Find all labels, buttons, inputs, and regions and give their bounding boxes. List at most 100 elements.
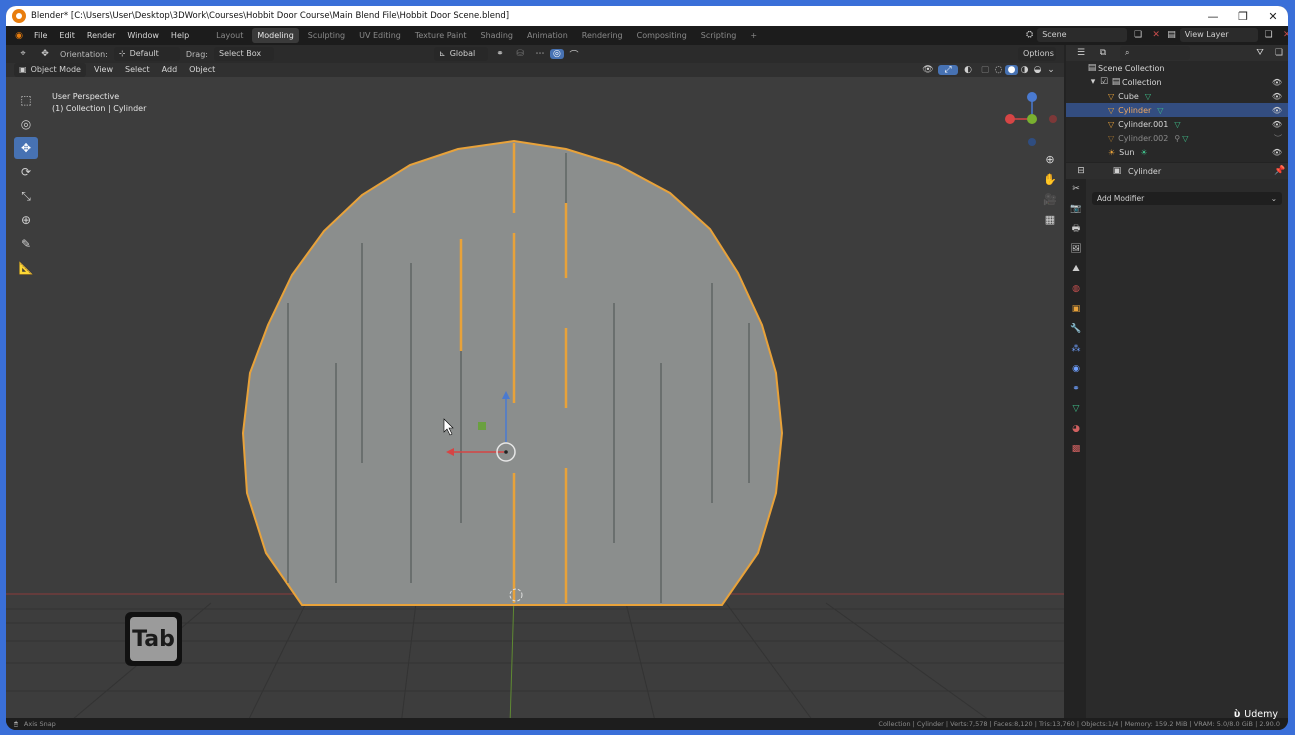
tab-layout[interactable]: Layout [211, 28, 248, 43]
collapse-icon[interactable]: ▾ [1088, 77, 1098, 87]
tab-texture-paint[interactable]: Texture Paint [410, 28, 472, 43]
menu-view[interactable]: View [88, 63, 119, 77]
outliner-item-cylinder[interactable]: ▽ Cylinder ▽ 👁 [1066, 103, 1288, 117]
output-tab-icon[interactable]: 🖶 [1066, 219, 1086, 239]
particles-tab-icon[interactable]: ⁂ [1066, 339, 1086, 359]
outliner-item-cube[interactable]: ▽ Cube ▽ 👁 [1066, 89, 1288, 103]
collection-eye-icon[interactable]: 👁 [1272, 78, 1282, 87]
menu-object[interactable]: Object [183, 63, 221, 77]
snap-icon[interactable]: ⛁ [510, 49, 530, 59]
visibility-eye-icon[interactable]: 👁 [1272, 120, 1282, 129]
tab-rendering[interactable]: Rendering [577, 28, 628, 43]
zoom-icon[interactable]: ⊕ [1042, 149, 1058, 169]
visibility-filter-icon[interactable]: 👁 [918, 65, 938, 75]
move-tool-icon[interactable]: ✥ [14, 137, 38, 159]
new-scene-icon[interactable]: ❏ [1131, 30, 1145, 40]
solid-shading-icon[interactable]: ● [1005, 65, 1018, 75]
tab-shading[interactable]: Shading [475, 28, 518, 43]
outliner-editor-icon[interactable]: ☰ [1070, 48, 1092, 58]
close-button[interactable]: ✕ [1258, 6, 1288, 26]
pan-hand-icon[interactable]: ✋ [1042, 169, 1058, 189]
measure-tool-icon[interactable]: 📐 [14, 257, 38, 279]
gizmo-xz-plane[interactable] [478, 422, 486, 430]
transform-tool-icon[interactable]: ✥ [34, 49, 56, 59]
physics-tab-icon[interactable]: ◉ [1066, 359, 1086, 379]
display-mode-icon[interactable]: ⧉ [1092, 48, 1114, 58]
3d-viewport[interactable]: ⬚ ◎ ✥ ⟳ ⤡ ⊕ ✎ 📐 User Perspective (1) Col… [6, 63, 1064, 725]
maximize-button[interactable]: ❐ [1228, 6, 1258, 26]
proportional-edit-icon[interactable]: ◎ [549, 49, 564, 59]
rotate-tool-icon[interactable]: ⟳ [14, 161, 38, 183]
render-tab-icon[interactable]: 📷 [1066, 199, 1086, 219]
filter-icon[interactable]: ⛛ [1250, 48, 1270, 58]
transform-tool-icon[interactable]: ⊕ [14, 209, 38, 231]
view-layer-tab-icon[interactable]: 🖼 [1066, 239, 1086, 259]
scale-tool-icon[interactable]: ⤡ [14, 185, 38, 207]
tab-sculpting[interactable]: Sculpting [303, 28, 350, 43]
pin-icon[interactable]: 📌 [1272, 166, 1288, 176]
door-mesh[interactable] [241, 139, 784, 606]
outliner-collection[interactable]: ▾ ☑ ▤ Collection 👁 [1066, 75, 1288, 89]
menu-add[interactable]: Add [156, 63, 184, 77]
scene-tab-icon[interactable]: ⛰ [1066, 259, 1086, 279]
cursor-tool-icon[interactable]: ◎ [14, 113, 38, 135]
editor-type-icon[interactable]: ⌖ [12, 49, 34, 59]
camera-view-icon[interactable]: 🎥 [1042, 189, 1058, 209]
outliner-item-cylinder-001[interactable]: ▽ Cylinder.001 ▽ 👁 [1066, 117, 1288, 131]
delete-view-layer-icon[interactable]: ✕ [1280, 30, 1288, 40]
object-tab-icon[interactable]: ▣ [1066, 299, 1086, 319]
menu-render[interactable]: Render [81, 26, 121, 45]
outliner-item-cylinder-002[interactable]: ▽ Cylinder.002 ⚲ ▽ ︶ [1066, 131, 1288, 145]
wireframe-shading-icon[interactable]: ◌ [992, 65, 1005, 75]
add-modifier-dropdown[interactable]: Add Modifier ⌄ [1092, 192, 1282, 205]
menu-file[interactable]: File [28, 26, 53, 45]
constraints-tab-icon[interactable]: ⚭ [1066, 379, 1086, 399]
tab-compositing[interactable]: Compositing [632, 28, 692, 43]
nav-neg-x-icon[interactable] [1049, 115, 1057, 123]
view-layer-selector[interactable]: View Layer [1179, 28, 1258, 42]
mode-dropdown[interactable]: ▣ Object Mode [14, 63, 86, 77]
scene-selector[interactable]: Scene [1037, 28, 1128, 42]
nav-x-icon[interactable] [1005, 114, 1015, 124]
tab-uv-editing[interactable]: UV Editing [354, 28, 406, 43]
collection-checkbox-icon[interactable]: ☑ [1098, 77, 1110, 87]
menu-edit[interactable]: Edit [53, 26, 81, 45]
new-collection-icon[interactable]: ❏ [1270, 48, 1288, 58]
visibility-eye-icon[interactable]: 👁 [1272, 92, 1282, 101]
delete-scene-icon[interactable]: ✕ [1149, 30, 1163, 40]
rendered-shading-icon[interactable]: ◒ [1031, 65, 1044, 75]
tool-tab-icon[interactable]: ✂ [1066, 179, 1086, 199]
tab-scripting[interactable]: Scripting [696, 28, 742, 43]
annotate-tool-icon[interactable]: ✎ [14, 233, 38, 255]
menu-select[interactable]: Select [119, 63, 156, 77]
gizmo-toggle-icon[interactable]: ⤢ [938, 65, 958, 75]
nav-z-icon[interactable] [1027, 92, 1037, 102]
falloff-icon[interactable]: ⌒ [564, 48, 584, 61]
mesh-data-tab-icon[interactable]: ▽ [1066, 399, 1086, 419]
transform-orientation-dropdown[interactable]: ⊾ Global [433, 47, 488, 61]
new-view-layer-icon[interactable]: ❏ [1262, 30, 1276, 40]
hidden-eye-icon[interactable]: ︶ [1274, 133, 1282, 144]
scene-icon[interactable]: ⛭ [1026, 30, 1033, 40]
pivot-point-icon[interactable]: ⚭ [490, 49, 510, 59]
nav-neg-z-icon[interactable] [1028, 138, 1036, 146]
xray-toggle-icon[interactable]: ▢ [978, 65, 992, 75]
options-dropdown[interactable]: Options [1018, 47, 1056, 61]
shading-options-chevron-icon[interactable]: ⌄ [1044, 65, 1058, 75]
modifier-wrench-tab-icon[interactable]: 🔧 [1066, 319, 1086, 339]
minimize-button[interactable]: — [1198, 6, 1228, 26]
menu-window[interactable]: Window [121, 26, 165, 45]
outliner-scene-collection[interactable]: ▤ Scene Collection [1066, 61, 1288, 75]
menu-help[interactable]: Help [165, 26, 195, 45]
material-tab-icon[interactable]: ◕ [1066, 419, 1086, 439]
properties-editor-icon[interactable]: ⊟ [1070, 166, 1092, 176]
add-workspace-button[interactable]: + [745, 28, 762, 43]
select-box-tool-icon[interactable]: ⬚ [14, 89, 38, 111]
texture-tab-icon[interactable]: ▩ [1066, 439, 1086, 459]
tab-modeling[interactable]: Modeling [252, 28, 299, 43]
blender-menu-icon[interactable]: ◉ [10, 31, 28, 41]
snap-target-icon[interactable]: ⋯ [530, 49, 550, 59]
view-layer-icon[interactable]: ▤ [1167, 30, 1176, 40]
world-tab-icon[interactable]: ◍ [1066, 279, 1086, 299]
drag-dropdown[interactable]: Select Box [213, 47, 274, 61]
